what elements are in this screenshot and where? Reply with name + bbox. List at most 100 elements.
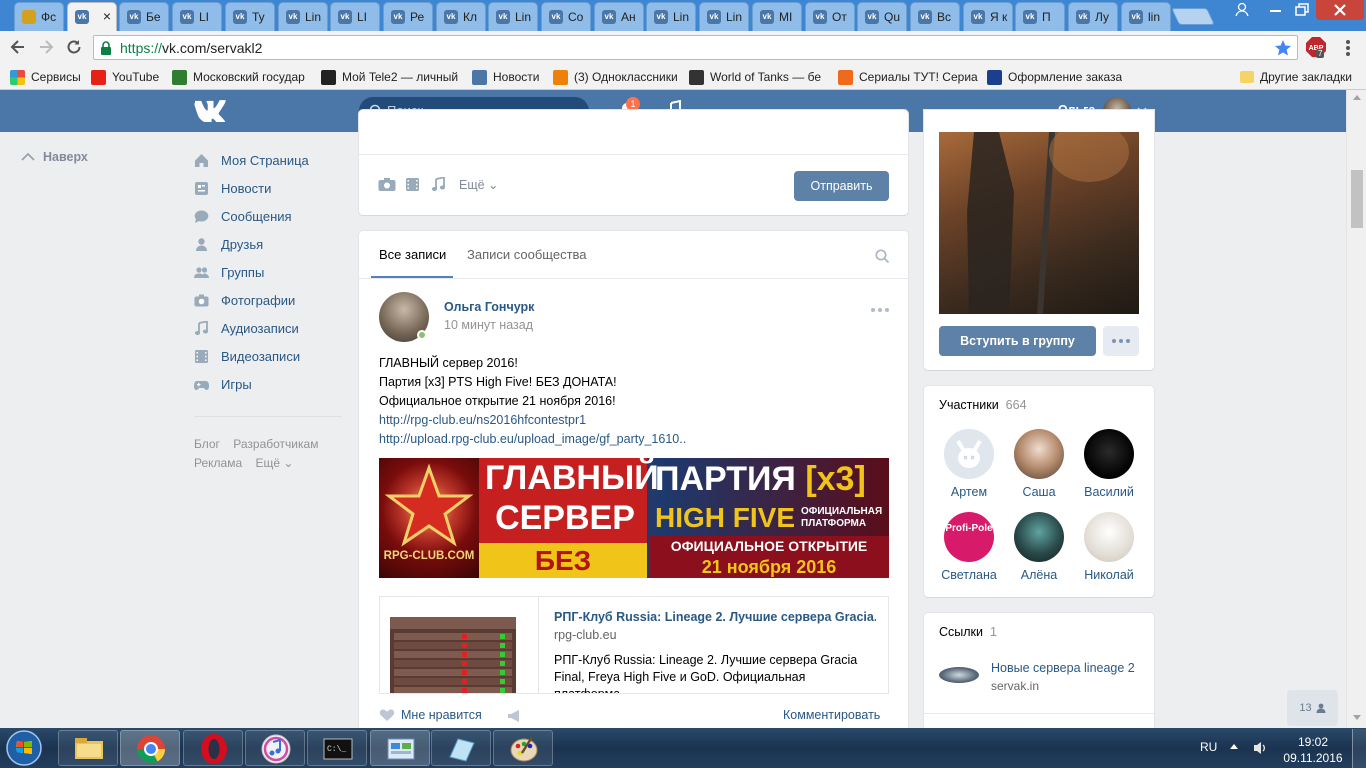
member-item[interactable]: Алёна	[1004, 512, 1074, 582]
scrollbar-thumb[interactable]	[1351, 170, 1363, 228]
bookmark-item[interactable]: Оформление заказа	[987, 68, 1122, 86]
minimize-button[interactable]	[1262, 0, 1289, 20]
menu-item-friends[interactable]: Друзья	[194, 234, 263, 254]
taskbar-opera[interactable]	[183, 730, 243, 766]
member-item[interactable]: Profi-Pole Светлана	[934, 512, 1004, 582]
browser-tab[interactable]: vk Ре	[383, 2, 433, 31]
close-tab-icon[interactable]: ×	[103, 8, 111, 24]
group-cover-image[interactable]	[939, 132, 1139, 314]
browser-tab[interactable]: vk Lin	[646, 2, 696, 31]
post-link[interactable]: http://upload.rpg-club.eu/upload_image/g…	[379, 430, 686, 449]
post-author[interactable]: Ольга Гончурк	[444, 300, 534, 314]
browser-tab[interactable]: vk Lin	[278, 2, 328, 31]
link-snippet[interactable]: РПГ-Клуб Russia: Lineage 2. Лучшие серве…	[379, 596, 889, 694]
browser-tab[interactable]: vk lin	[1121, 2, 1171, 31]
member-item[interactable]: Саша	[1004, 429, 1074, 499]
menu-item-news[interactable]: Новости	[194, 178, 271, 198]
forward-icon[interactable]	[36, 37, 56, 57]
browser-tab[interactable]: Фс	[14, 2, 64, 31]
bookmark-item[interactable]: Сервисы	[10, 68, 81, 86]
bookmark-star-icon[interactable]	[1274, 39, 1292, 57]
browser-tab[interactable]: vk Co	[541, 2, 591, 31]
browser-tab[interactable]: vk MI	[752, 2, 802, 31]
bookmark-item[interactable]: Сериалы ТУТ! Сериа	[838, 68, 978, 86]
menu-item-games[interactable]: Игры	[194, 374, 252, 394]
attach-more-dropdown[interactable]: Ещё ⌄	[459, 177, 499, 192]
taskbar-itunes[interactable]	[245, 730, 305, 766]
user-profile-icon[interactable]	[1230, 0, 1254, 20]
vk-logo-icon[interactable]	[193, 98, 227, 122]
group-actions-button[interactable]	[1103, 326, 1139, 356]
browser-tab[interactable]: vk LI	[330, 2, 380, 31]
browser-tab[interactable]: vk Бе	[119, 2, 169, 31]
footer-link-blog[interactable]: Блог	[194, 437, 220, 451]
taskbar-chrome[interactable]	[120, 730, 180, 766]
post-time[interactable]: 10 минут назад	[444, 318, 533, 332]
menu-item-groups[interactable]: Группы	[194, 262, 264, 282]
menu-item-audio[interactable]: Аудиозаписи	[194, 318, 299, 338]
menu-item-messages[interactable]: Сообщения	[194, 206, 292, 226]
browser-tab[interactable]: vk Lin	[488, 2, 538, 31]
scroll-down-icon[interactable]	[1353, 715, 1361, 721]
browser-tab[interactable]: vk От	[805, 2, 855, 31]
tray-expand-icon[interactable]	[1229, 742, 1239, 750]
bookmark-item[interactable]: (3) Одноклассники	[553, 68, 678, 86]
language-indicator[interactable]: RU	[1200, 740, 1217, 754]
online-friends-button[interactable]: 13	[1287, 690, 1338, 726]
reload-icon[interactable]	[64, 37, 84, 57]
clock[interactable]: 19:02 09.11.2016	[1283, 734, 1343, 766]
show-desktop-button[interactable]	[1352, 729, 1366, 768]
post-link[interactable]: http://rpg-club.eu/ns2016hfcontestpr1	[379, 411, 686, 430]
new-tab-button[interactable]	[1171, 8, 1215, 25]
browser-tab[interactable]: vk LI	[172, 2, 222, 31]
scroll-up-icon[interactable]	[1353, 94, 1361, 100]
wall-search-icon[interactable]	[875, 249, 890, 264]
volume-icon[interactable]	[1252, 740, 1270, 756]
bookmark-item[interactable]: Мой Tele2 — личный	[321, 68, 458, 86]
browser-tab[interactable]: vk Ан	[594, 2, 644, 31]
send-button[interactable]: Отправить	[794, 171, 889, 201]
snippet-title[interactable]: РПГ-Клуб Russia: Lineage 2. Лучшие серве…	[554, 610, 876, 624]
restore-button[interactable]	[1289, 0, 1316, 20]
browser-tab[interactable]: vk Ту	[225, 2, 275, 31]
member-item[interactable]: Артем	[934, 429, 1004, 499]
browser-tab[interactable]: vk П	[1015, 2, 1065, 31]
footer-link-ads[interactable]: Реклама	[194, 456, 242, 470]
taskbar-paint[interactable]	[493, 730, 553, 766]
footer-link-more[interactable]: Ещё ⌄	[255, 456, 293, 470]
menu-item-my-page[interactable]: Моя Страница	[194, 150, 309, 170]
back-icon[interactable]	[8, 37, 28, 57]
close-window-button[interactable]	[1316, 0, 1364, 20]
back-to-top[interactable]: Наверх	[20, 150, 88, 164]
browser-tab-active[interactable]: vk ×	[67, 2, 117, 31]
menu-item-video[interactable]: Видеозаписи	[194, 346, 300, 366]
footer-link-developers[interactable]: Разработчикам	[233, 437, 318, 451]
menu-dots-icon[interactable]	[1340, 38, 1356, 58]
links-header[interactable]: Ссылки 1	[939, 625, 997, 639]
browser-tab[interactable]: vk Lin	[699, 2, 749, 31]
attach-video-icon[interactable]	[405, 177, 420, 192]
browser-tab[interactable]: vk Я к	[963, 2, 1013, 31]
browser-tab[interactable]: vk Qu	[857, 2, 907, 31]
other-bookmarks[interactable]: Другие закладки	[1240, 68, 1352, 86]
join-group-button[interactable]: Вступить в группу	[939, 326, 1096, 356]
address-bar[interactable]: https://vk.com/servakl2	[93, 35, 1298, 60]
bookmark-item[interactable]: Новости	[472, 68, 539, 86]
taskbar-notes[interactable]	[431, 730, 491, 766]
browser-tab[interactable]: vk Лу	[1068, 2, 1118, 31]
member-item[interactable]: Николай	[1074, 512, 1144, 582]
bookmark-item[interactable]: World of Tanks — бе	[689, 68, 821, 86]
taskbar-control-panel[interactable]	[370, 730, 430, 766]
tab-community-posts[interactable]: Записи сообщества	[467, 247, 587, 262]
attach-photo-icon[interactable]	[378, 177, 396, 192]
browser-tab[interactable]: vk Кл	[436, 2, 486, 31]
members-header[interactable]: Участники 664	[939, 398, 1027, 412]
menu-item-photos[interactable]: Фотографии	[194, 290, 295, 310]
taskbar-explorer[interactable]	[58, 730, 118, 766]
post-more-icon[interactable]	[870, 307, 890, 313]
page-scrollbar[interactable]	[1346, 90, 1366, 728]
adblock-extension-icon[interactable]: ABP 7	[1304, 35, 1328, 59]
tab-all-posts[interactable]: Все записи	[379, 247, 446, 262]
bookmark-item[interactable]: Московский государ	[172, 68, 305, 86]
post-banner-image[interactable]: RPG-CLUB.COM ГЛАВНЫЙ СЕРВЕР БЕЗ ДОНАТА П…	[379, 458, 889, 578]
